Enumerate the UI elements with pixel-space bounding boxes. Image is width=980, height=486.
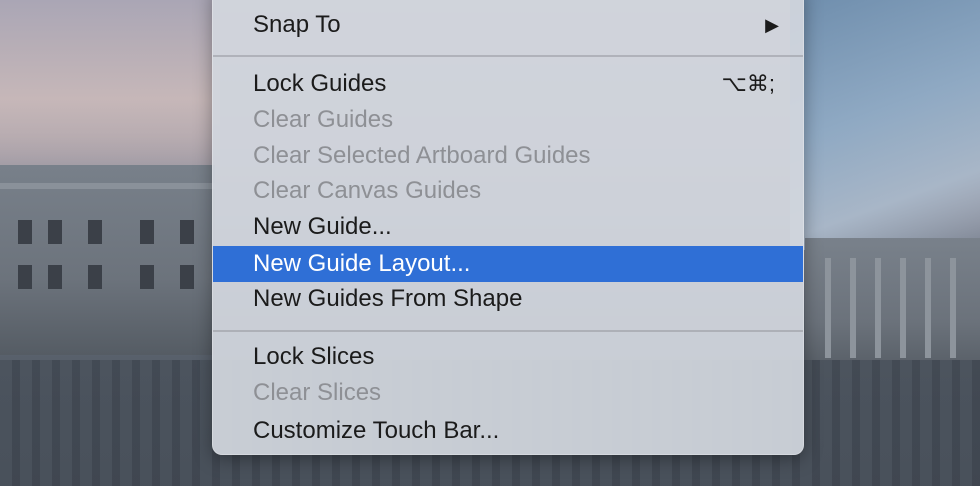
building-window: [140, 265, 154, 289]
building-window: [180, 220, 194, 244]
building-column: [875, 258, 881, 358]
building-column: [900, 258, 906, 358]
menu-item-clear-slices[interactable]: Clear Slices: [213, 375, 803, 411]
building-window: [48, 265, 62, 289]
building-window: [180, 265, 194, 289]
building-cornice: [0, 183, 215, 189]
view-menu-dropdown: Snap To ▶ Lock Guides ⌥⌘; Clear Guides C…: [212, 0, 804, 455]
sky-right: [790, 0, 980, 250]
building-right: [805, 238, 980, 378]
sky-left: [0, 0, 220, 180]
menu-item-label: Snap To: [253, 11, 341, 38]
menu-item-new-guides-from-shape[interactable]: New Guides From Shape: [213, 281, 803, 317]
building-column: [950, 258, 956, 358]
menu-item-new-guide[interactable]: New Guide...: [213, 209, 803, 245]
menu-item-label: New Guides From Shape: [253, 285, 523, 312]
building-column: [825, 258, 831, 358]
menu-item-new-guide-layout[interactable]: New Guide Layout...: [213, 246, 803, 282]
submenu-arrow-icon: ▶: [765, 15, 779, 35]
menu-item-label: Clear Canvas Guides: [253, 177, 482, 204]
menu-item-snap-to[interactable]: Snap To ▶: [213, 7, 803, 43]
building-column: [925, 258, 931, 358]
menu-item-label: New Guide...: [253, 213, 392, 240]
building-column: [850, 258, 856, 358]
menu-item-clear-guides[interactable]: Clear Guides: [213, 102, 803, 138]
menu-separator: [213, 330, 803, 332]
menu-item-lock-guides[interactable]: Lock Guides ⌥⌘;: [213, 66, 803, 102]
menu-item-shortcut: ⌥⌘;: [721, 71, 775, 96]
building-window: [88, 265, 102, 289]
menu-item-label: Clear Slices: [253, 379, 382, 406]
building-window: [88, 220, 102, 244]
menu-item-label: Lock Slices: [253, 343, 375, 370]
menu-item-lock-slices[interactable]: Lock Slices: [213, 339, 803, 375]
menu-item-clear-canvas-guides[interactable]: Clear Canvas Guides: [213, 173, 803, 209]
menu-item-label: Lock Guides: [253, 70, 387, 97]
menu-item-customize-touch-bar[interactable]: Customize Touch Bar...: [213, 413, 803, 449]
menu-item-label: Clear Selected Artboard Guides: [253, 142, 591, 169]
menu-item-label: Customize Touch Bar...: [253, 417, 500, 444]
menu-separator: [213, 55, 803, 57]
menu-item-label: New Guide Layout...: [253, 250, 471, 277]
building-window: [48, 220, 62, 244]
building-left: [0, 165, 215, 355]
menu-item-clear-selected-artboard-guides[interactable]: Clear Selected Artboard Guides: [213, 138, 803, 174]
building-window: [18, 265, 32, 289]
menu-item-label: Clear Guides: [253, 106, 394, 133]
building-window: [18, 220, 32, 244]
building-window: [140, 220, 154, 244]
